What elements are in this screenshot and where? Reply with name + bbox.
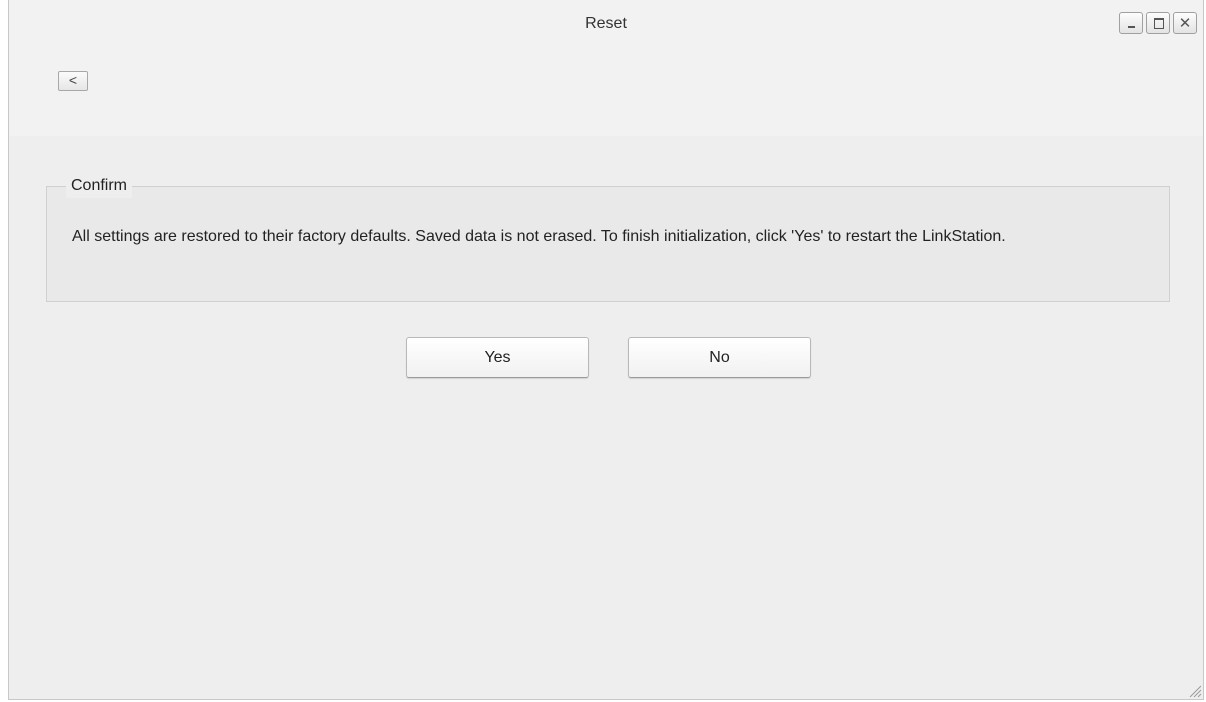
window-controls: ✕: [1119, 12, 1197, 34]
confirm-message: All settings are restored to their facto…: [72, 228, 1006, 245]
window-title: Reset: [585, 15, 627, 32]
close-icon: ✕: [1178, 14, 1192, 32]
close-button[interactable]: ✕: [1173, 12, 1197, 34]
minimize-icon: [1128, 26, 1135, 28]
title-bar: Reset ✕ <: [9, 0, 1203, 136]
maximize-icon: [1154, 18, 1164, 29]
confirm-legend: Confirm: [66, 174, 133, 198]
yes-button[interactable]: Yes: [406, 337, 589, 378]
minimize-button[interactable]: [1119, 12, 1143, 34]
confirm-panel: Confirm All settings are restored to the…: [46, 174, 1170, 302]
reset-window: Reset ✕ < Confirm All settings are resto…: [8, 0, 1204, 700]
back-button[interactable]: <: [58, 71, 88, 91]
maximize-button[interactable]: [1146, 12, 1170, 34]
resize-grip-icon[interactable]: [1186, 682, 1202, 698]
no-button[interactable]: No: [628, 337, 811, 378]
